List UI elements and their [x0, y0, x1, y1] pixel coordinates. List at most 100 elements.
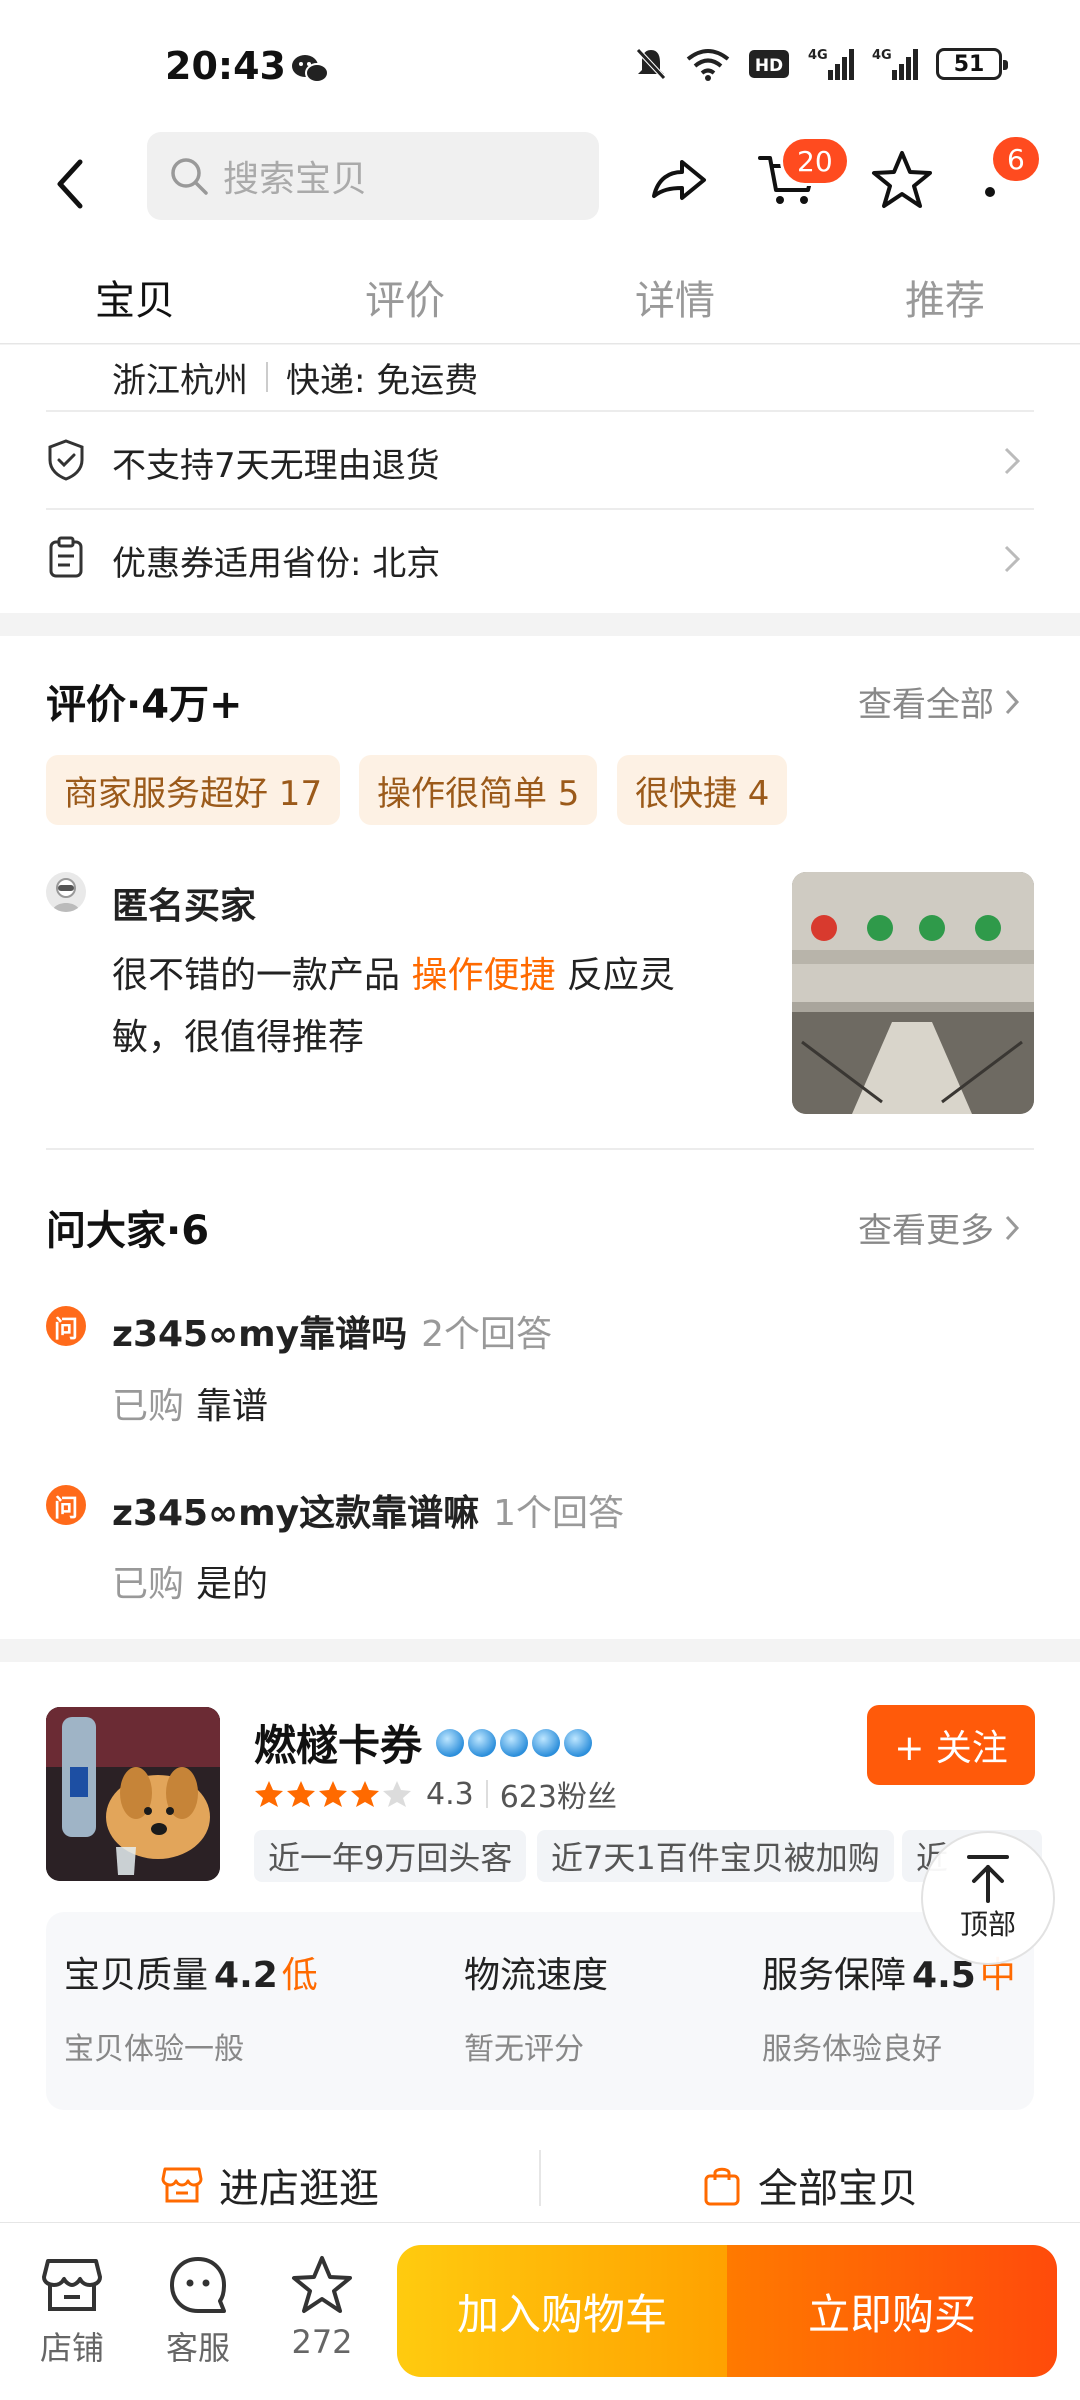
shop-followers: 623粉丝	[499, 1780, 617, 1815]
chevron-right-icon	[1005, 1215, 1020, 1240]
review-photo[interactable]	[792, 872, 1034, 1114]
chevron-right-icon	[1005, 689, 1020, 714]
all-items-button[interactable]: 全部宝贝	[540, 2140, 1080, 2230]
tab-recommend[interactable]: 推荐	[810, 240, 1080, 343]
enter-shop-label: 进店逛逛	[219, 2166, 379, 2212]
reviews-view-all-label: 查看全部	[858, 685, 994, 725]
tab-product[interactable]: 宝贝	[0, 240, 270, 343]
arrow-up-icon	[967, 1855, 1009, 1903]
shop-tab-label: 店铺	[39, 2329, 104, 2367]
shipping-row: 浙江杭州 快递: 免运费	[112, 345, 478, 409]
shop-name[interactable]: 燃檖卡券	[254, 1712, 593, 1773]
shop-rating-value: 4.3	[426, 1776, 474, 1812]
divider	[485, 1780, 488, 1808]
shop-avatar[interactable]	[46, 1707, 220, 1881]
svg-text:HD: HD	[755, 56, 783, 76]
rating-stars	[254, 1779, 412, 1809]
shop-tab-button[interactable]: 店铺	[22, 2253, 122, 2369]
svg-text:4G: 4G	[808, 48, 828, 63]
star-icon	[287, 1781, 315, 1807]
share-icon[interactable]	[646, 148, 710, 212]
back-to-top-button[interactable]: 顶部	[921, 1831, 1055, 1965]
star-favorite-icon[interactable]	[870, 148, 934, 212]
signal-4g-icon: 4G	[872, 48, 918, 80]
qa-title: 问大家·6	[46, 1208, 210, 1254]
qa-view-more-label: 查看更多	[858, 1211, 994, 1251]
chat-face-icon	[170, 2257, 226, 2313]
qa-question[interactable]: z345∞my靠谱吗 2个回答	[112, 1305, 552, 1357]
qa-answer-text: 是的	[196, 1564, 269, 1605]
star-icon	[292, 2256, 352, 2313]
follow-button[interactable]: + 关注	[867, 1705, 1035, 1785]
add-to-cart-button[interactable]: 加入购物车	[397, 2245, 727, 2377]
shop-tag: 近7天1百件宝贝被加购	[537, 1830, 894, 1882]
return-policy-row[interactable]: 不支持7天无理由退货	[0, 412, 1080, 508]
review-text[interactable]: 很不错的一款产品 操作便捷 反应灵敏，很值得推荐	[112, 945, 702, 1069]
review-highlight: 操作便捷	[411, 955, 556, 996]
qa-question[interactable]: z345∞my这款靠谱嘛 1个回答	[112, 1484, 624, 1536]
search-placeholder: 搜索宝贝	[223, 159, 368, 200]
top-nav-bar: 搜索宝贝 20 6	[0, 130, 1080, 240]
status-bar: 20:43 HD 4G 4G 51	[0, 0, 1080, 130]
crown-icon	[468, 1728, 497, 1757]
reviewer-avatar	[46, 872, 86, 912]
star-icon	[383, 1781, 411, 1807]
customer-service-button[interactable]: 客服	[148, 2253, 248, 2369]
score-desc: 宝贝体验一般	[64, 2032, 244, 2067]
score-product-quality: 宝贝质量 4.2 低 宝贝体验一般	[64, 1946, 318, 2068]
qa-answer-count: 2个回答	[421, 1314, 552, 1355]
back-arrow-icon[interactable]	[50, 156, 90, 212]
message-badge: 6	[990, 134, 1042, 184]
crown-icon	[500, 1728, 529, 1757]
divider	[266, 362, 268, 392]
return-policy-label: 不支持7天无理由退货	[112, 446, 440, 486]
hd-icon: HD	[749, 50, 789, 78]
svg-text:4G: 4G	[872, 48, 892, 63]
qa-answer-text: 靠谱	[196, 1386, 269, 1427]
cart-badge: 20	[780, 136, 850, 186]
star-icon	[255, 1781, 283, 1807]
back-to-top-label: 顶部	[959, 1908, 1016, 1941]
review-tag[interactable]: 很快捷 4	[617, 755, 788, 825]
store-icon	[42, 2259, 102, 2311]
crown-icon	[564, 1728, 593, 1757]
question-icon: 问	[46, 1485, 86, 1525]
customer-service-label: 客服	[165, 2329, 230, 2367]
product-page: 20:43 HD 4G 4G 51 搜索宝贝 20 6 宝贝 评价 详情 推荐 …	[0, 0, 1080, 2400]
coupon-province-row[interactable]: 优惠券适用省份: 北京	[0, 510, 1080, 606]
wechat-icon	[292, 55, 329, 83]
buy-now-button[interactable]: 立即购买	[727, 2245, 1057, 2377]
mute-icon	[636, 48, 666, 80]
crown-icon	[436, 1728, 465, 1757]
review-tag[interactable]: 商家服务超好 17	[46, 755, 341, 825]
express-fee: 快递: 免运费	[286, 360, 479, 401]
qa-view-more[interactable]: 查看更多	[858, 1203, 1020, 1252]
favorite-button[interactable]: 272	[272, 2253, 372, 2361]
score-name: 宝贝质量	[64, 1955, 209, 1996]
ship-from-location: 浙江杭州	[112, 360, 248, 401]
service-card: 浙江杭州 快递: 免运费 不支持7天无理由退货 优惠券适用省份: 北京	[0, 345, 1080, 613]
star-icon	[351, 1781, 379, 1807]
status-time: 20:43	[165, 44, 286, 88]
enter-shop-button[interactable]: 进店逛逛	[0, 2140, 540, 2230]
signal-4g-icon: 4G	[808, 48, 854, 80]
tab-reviews[interactable]: 评价	[270, 240, 540, 343]
tab-details[interactable]: 详情	[540, 240, 810, 343]
score-label: 物流速度	[464, 1946, 608, 1998]
chevron-right-icon	[1004, 545, 1021, 573]
score-level: 低	[281, 1955, 318, 1996]
qa-bought-label: 已购	[112, 1564, 185, 1605]
qa-question-text: z345∞my靠谱吗	[112, 1314, 408, 1355]
chevron-right-icon	[1004, 447, 1021, 475]
reviews-view-all[interactable]: 查看全部	[858, 677, 1020, 726]
review-text-part: 很不错的一款产品	[112, 955, 412, 996]
shop-level-crowns	[436, 1728, 593, 1757]
star-icon	[319, 1781, 347, 1807]
score-name: 物流速度	[464, 1955, 609, 1996]
qa-question-text: z345∞my这款靠谱嘛	[112, 1493, 480, 1534]
score-value: 4.2	[214, 1955, 278, 1996]
review-tag[interactable]: 操作很简单 5	[359, 755, 598, 825]
search-icon	[171, 158, 208, 195]
search-input[interactable]: 搜索宝贝	[147, 132, 599, 220]
qa-answer: 已购 靠谱	[112, 1377, 268, 1429]
